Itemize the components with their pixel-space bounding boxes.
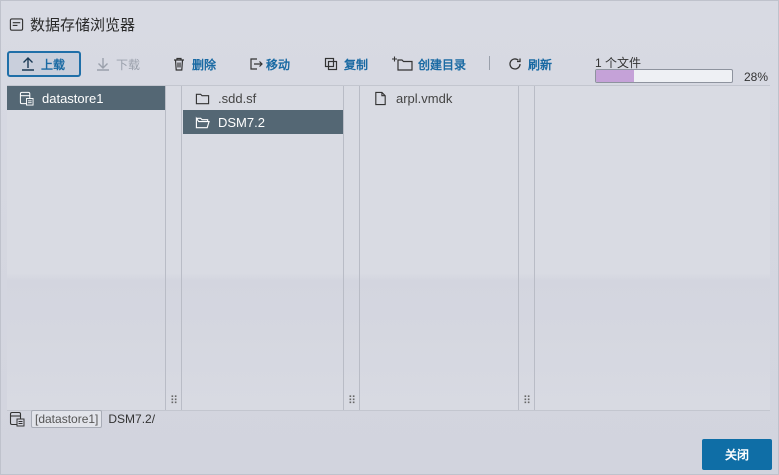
upload-icon — [22, 57, 34, 71]
grip-icon: ⠿ — [170, 395, 178, 407]
progress-percent: 28% — [744, 70, 769, 84]
copy-icon — [324, 57, 338, 71]
folder-column: .sdd.sf DSM7.2 — [183, 86, 344, 410]
delete-button[interactable]: 删除 — [171, 51, 216, 77]
folder-item[interactable]: .sdd.sf — [183, 86, 343, 110]
path-folder: DSM7.2/ — [108, 412, 156, 426]
new-folder-button[interactable]: 创建目录 — [391, 51, 466, 77]
download-icon — [97, 58, 109, 71]
datastore-browser-dialog: 数据存储浏览器 上载 下载 删除 移动 复制 创建目录 刷新 1 个文件 28%… — [0, 0, 779, 475]
path-datastore-chip: [datastore1] — [31, 410, 103, 428]
move-icon — [250, 58, 263, 70]
refresh-label: 刷新 — [528, 57, 553, 72]
datastore-browser-icon — [9, 17, 24, 31]
refresh-icon — [509, 58, 521, 70]
datastore-icon — [19, 91, 34, 106]
trash-icon — [174, 57, 184, 71]
move-button[interactable]: 移动 — [248, 51, 290, 77]
datastore-icon — [9, 411, 25, 427]
folder-name: DSM7.2 — [218, 114, 265, 130]
datastore-column: datastore1 — [7, 86, 166, 410]
folder-name: .sdd.sf — [218, 90, 257, 106]
toolbar-divider — [489, 56, 490, 70]
progress-fill — [596, 70, 635, 82]
current-path: [datastore1] DSM7.2/ — [9, 409, 155, 429]
file-column: arpl.vmdk — [361, 86, 519, 410]
grip-icon: ⠿ — [348, 395, 356, 407]
column-resize-handle[interactable]: ⠿ — [166, 86, 182, 410]
upload-label: 上载 — [41, 57, 66, 72]
progress-bar — [595, 69, 733, 83]
folder-item-selected[interactable]: DSM7.2 — [183, 110, 343, 134]
file-browser: datastore1 ⠿ .sdd.sf DSM7.2 ⠿ arpl.vmdk … — [7, 85, 770, 411]
folder-open-icon — [195, 116, 210, 128]
file-icon — [375, 91, 386, 105]
close-button[interactable]: 关闭 — [702, 439, 772, 470]
new-folder-label: 创建目录 — [418, 57, 467, 72]
download-label: 下载 — [116, 57, 141, 72]
column-resize-handle[interactable]: ⠿ — [519, 86, 535, 410]
upload-button[interactable]: 上载 — [7, 51, 81, 77]
grip-icon: ⠿ — [523, 395, 531, 407]
folder-icon — [195, 93, 210, 104]
datastore-item[interactable]: datastore1 — [7, 86, 165, 110]
refresh-button[interactable]: 刷新 — [507, 51, 552, 77]
download-button[interactable]: 下载 — [95, 51, 140, 77]
copy-label: 复制 — [344, 57, 369, 72]
new-folder-icon — [392, 56, 413, 71]
empty-column — [536, 86, 770, 410]
file-name: arpl.vmdk — [396, 90, 453, 106]
datastore-name: datastore1 — [42, 90, 104, 106]
column-resize-handle[interactable]: ⠿ — [344, 86, 360, 410]
move-label: 移动 — [266, 57, 291, 72]
copy-button[interactable]: 复制 — [323, 51, 368, 77]
delete-label: 删除 — [192, 57, 217, 72]
file-item[interactable]: arpl.vmdk — [361, 86, 518, 110]
dialog-title-text: 数据存储浏览器 — [30, 16, 136, 34]
dialog-title: 数据存储浏览器 — [9, 13, 135, 35]
